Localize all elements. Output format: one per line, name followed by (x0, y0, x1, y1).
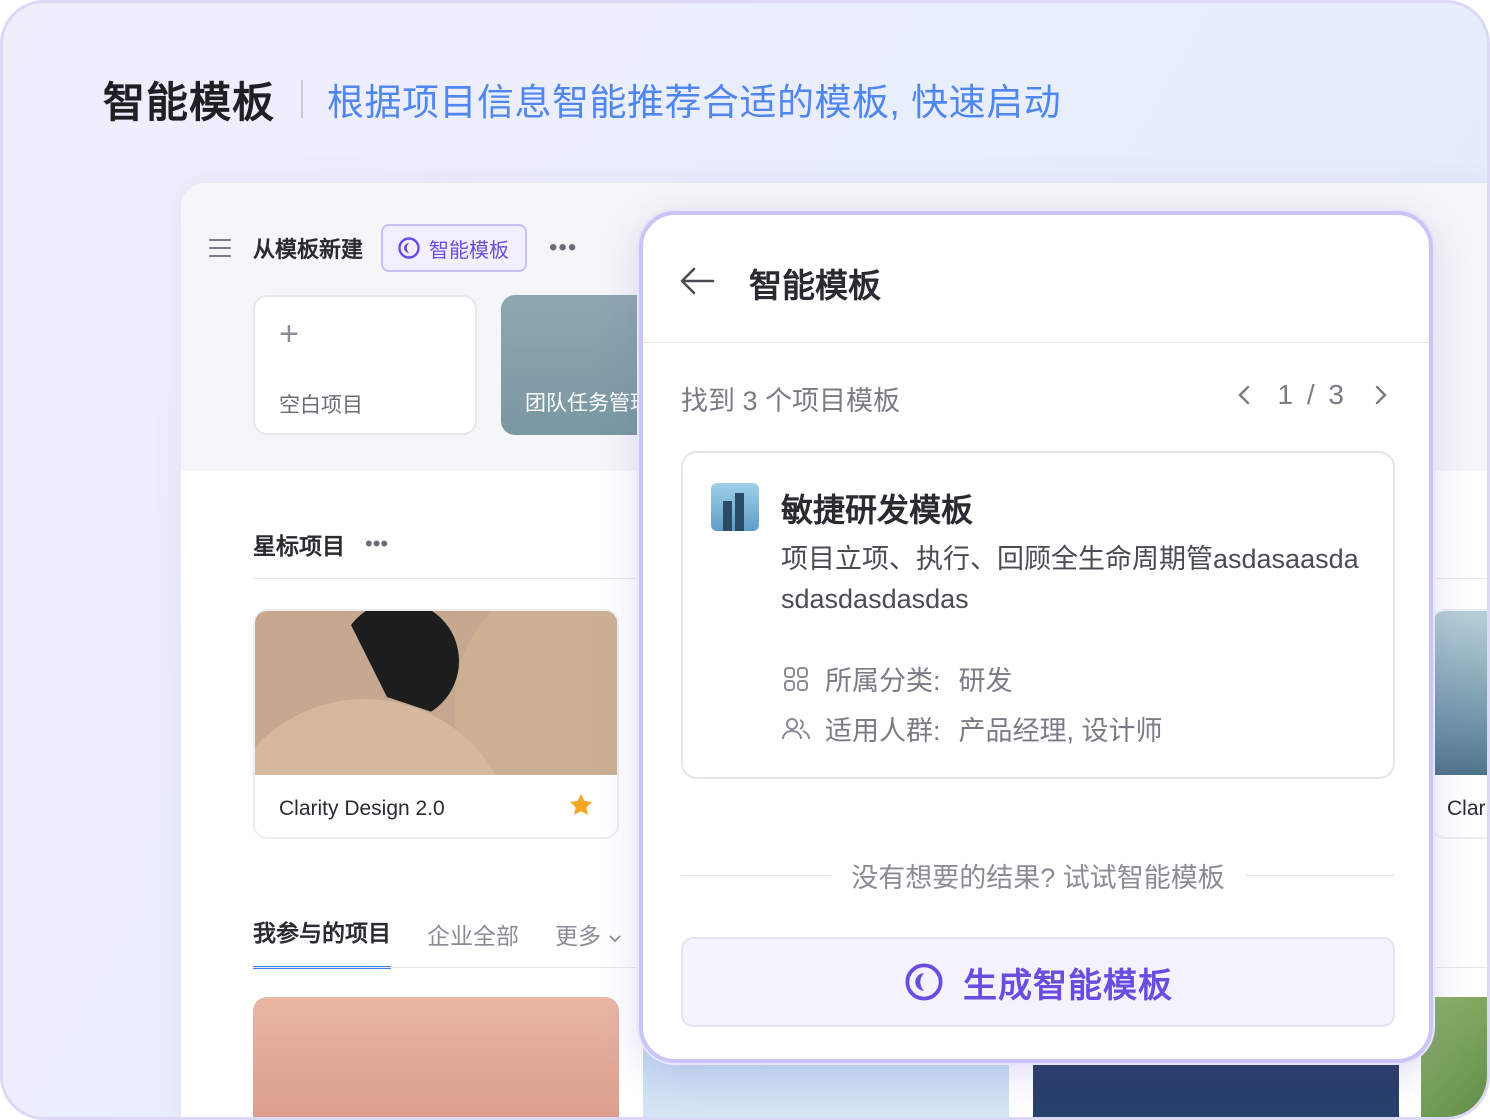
hero-divider (301, 80, 304, 118)
generate-button-label: 生成智能模板 (963, 966, 1173, 1005)
starred-section-header: 星标项目 ••• (253, 527, 388, 561)
blank-project-card[interactable]: + 空白项目 (253, 295, 477, 435)
panel-title: 智能模板 (749, 267, 881, 304)
hero-title: 智能模板 (103, 78, 276, 126)
hint-text: 没有想要的结果? 试试智能模板 (851, 862, 1225, 893)
panel-header: 智能模板 (643, 215, 1429, 343)
no-result-hint: 没有想要的结果? 试试智能模板 (681, 855, 1395, 895)
template-result-card[interactable]: 敏捷研发模板 项目立项、执行、回顾全生命周期管asdasaasdasdasdas… (681, 451, 1395, 779)
project-cover[interactable] (253, 997, 619, 1117)
project-cover (1433, 611, 1487, 775)
divider-line (1244, 874, 1395, 876)
results-count: 找到 3 个项目模板 (681, 386, 901, 416)
template-description: 项目立项、执行、回顾全生命周期管asdasaasdasdasdasdasdas (781, 544, 1359, 614)
back-arrow-icon[interactable] (677, 263, 717, 299)
smart-template-chip-label: 智能模板 (429, 239, 510, 262)
star-icon[interactable] (567, 791, 595, 819)
template-category: 所属分类: 研发 (781, 659, 1013, 698)
section-title: 星标项目 (253, 533, 345, 559)
page-title: 从模板新建 (253, 237, 364, 262)
generate-smart-template-button[interactable]: 生成智能模板 (681, 937, 1395, 1027)
divider-line (681, 874, 832, 876)
showcase-frame: 智能模板 根据项目信息智能推荐合适的模板, 快速启动 从模板新建 智能模板 ••… (0, 0, 1490, 1120)
project-cover (255, 611, 617, 775)
menu-icon[interactable] (209, 239, 231, 257)
project-tabs: 我参与的项目 企业全部 更多 (253, 913, 659, 969)
category-value: 研发 (958, 666, 1013, 696)
smart-template-chip[interactable]: 智能模板 (381, 224, 528, 272)
template-label: 空白项目 (279, 394, 363, 417)
template-name: 敏捷研发模板 (781, 492, 974, 528)
tab-more-label: 更多 (555, 923, 601, 949)
plus-icon: + (279, 315, 299, 353)
ai-spark-icon (905, 963, 943, 1001)
app-toolbar: 从模板新建 智能模板 ••• (209, 223, 577, 273)
category-key: 所属分类: (825, 666, 941, 696)
project-card[interactable]: Clarity Design 2.0 (253, 609, 619, 839)
pager: 1 / 3 (1236, 375, 1389, 415)
chevron-left-icon[interactable] (1236, 383, 1252, 407)
chevron-right-icon[interactable] (1373, 383, 1389, 407)
template-thumbnail (711, 483, 759, 531)
audience-key: 适用人群: (825, 716, 941, 746)
hero-header: 智能模板 根据项目信息智能推荐合适的模板, 快速启动 (103, 69, 1061, 129)
template-label: 团队任务管理 (525, 392, 651, 415)
hero-subtitle: 根据项目信息智能推荐合适的模板, 快速启动 (327, 82, 1062, 123)
tab-my-projects[interactable]: 我参与的项目 (253, 914, 391, 969)
page-indicator: 1 / 3 (1277, 379, 1347, 410)
tab-company-all[interactable]: 企业全部 (427, 917, 519, 969)
more-icon[interactable]: ••• (365, 531, 388, 557)
more-icon[interactable]: ••• (549, 236, 577, 260)
template-audience: 适用人群: 产品经理, 设计师 (781, 709, 1163, 748)
users-icon (782, 717, 810, 739)
project-name: Clarity Design 2.0 (279, 797, 445, 820)
ai-spark-icon (398, 237, 420, 259)
project-card[interactable]: Clar (1431, 609, 1487, 839)
category-grid-icon (784, 666, 808, 691)
chevron-down-icon (609, 935, 622, 943)
smart-template-panel: 智能模板 找到 3 个项目模板 1 / 3 敏捷研发模板 项目立项、执行、回顾全… (639, 211, 1433, 1063)
audience-value: 产品经理, 设计师 (958, 716, 1163, 746)
tab-more[interactable]: 更多 (555, 917, 623, 969)
project-name: Clar (1447, 797, 1486, 820)
